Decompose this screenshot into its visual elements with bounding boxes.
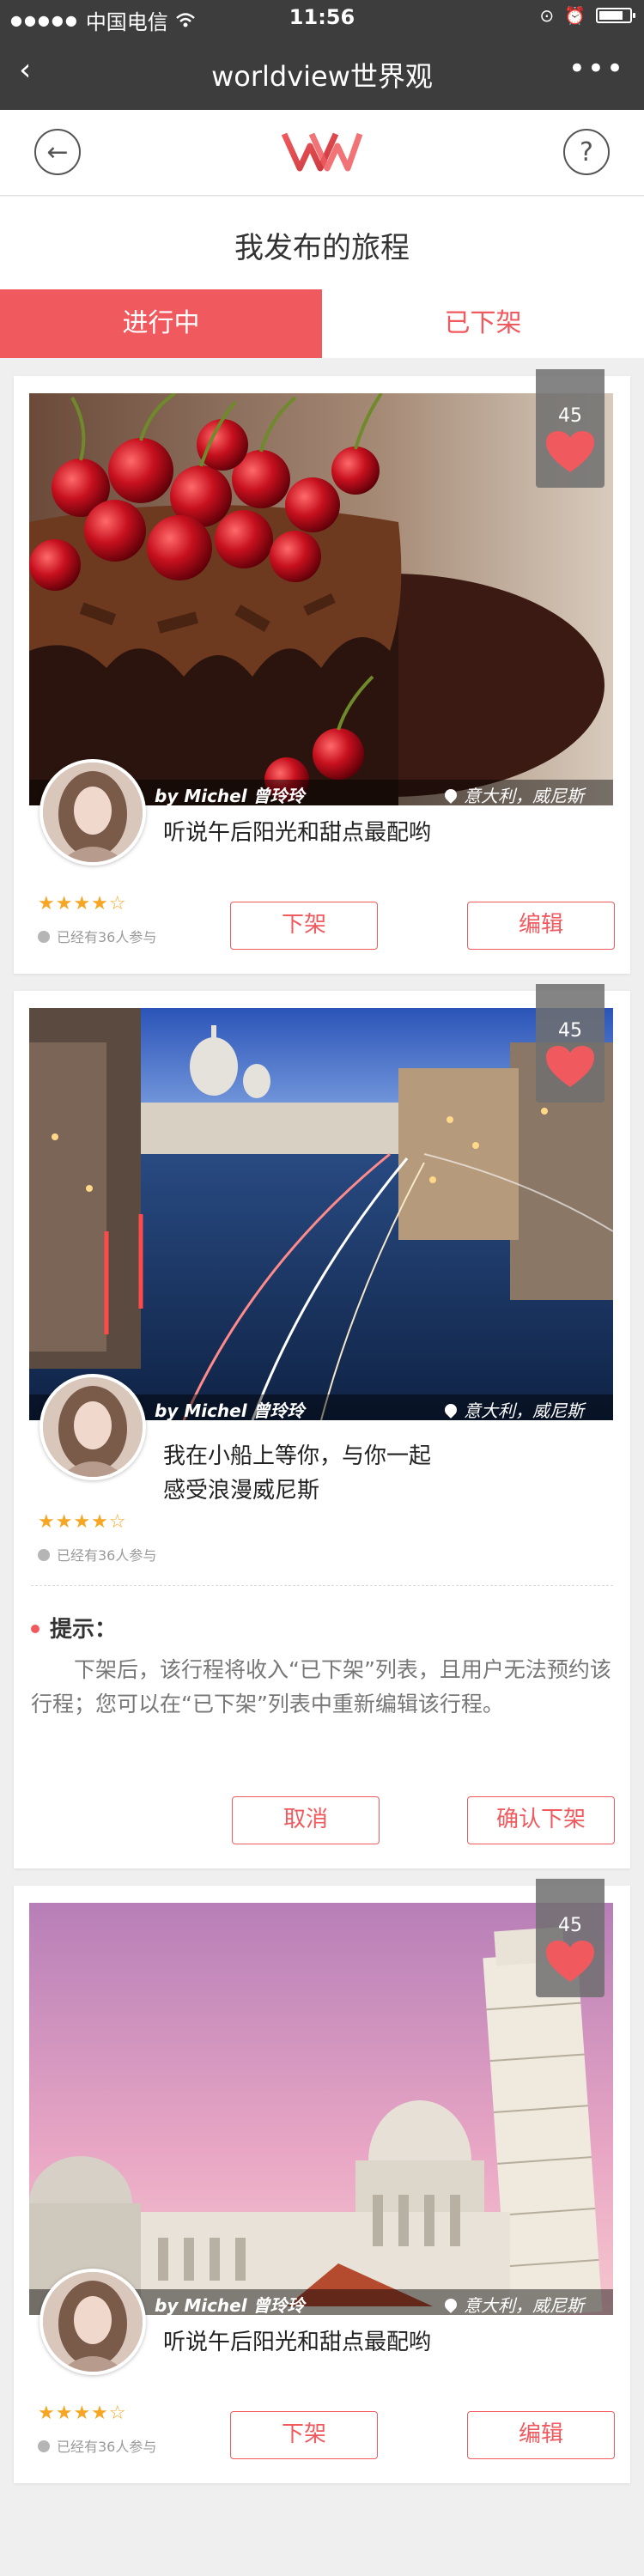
cancel-button[interactable]: 取消 [232, 1796, 380, 1844]
location-text: 意大利，威尼斯 [464, 2295, 584, 2315]
rotation-lock-icon: ⊙ [539, 5, 555, 26]
participants-text: 已经有36人参与 [57, 1547, 157, 1564]
heart-icon [546, 431, 594, 472]
person-icon [38, 931, 50, 943]
trip-photo: by Michel 曾玲玲 意大利，威尼斯 [29, 1903, 613, 2315]
rating-stars: ★★★★☆ [38, 1511, 127, 1533]
unpublish-button[interactable]: 下架 [230, 902, 378, 950]
tab-removed[interactable]: 已下架 [322, 289, 644, 358]
like-count: 45 [558, 1915, 582, 1936]
back-circle-button[interactable]: ← [34, 129, 81, 175]
heart-icon [546, 1941, 594, 1982]
app-header: ← ? [0, 110, 644, 196]
author-label: by Michel 曾玲玲 [155, 2295, 305, 2315]
person-icon [38, 2440, 50, 2452]
like-badge[interactable]: 45 [536, 369, 605, 488]
page-title: 我发布的旅程 [234, 231, 410, 265]
page-title-section: 我发布的旅程 [0, 197, 644, 289]
tab-in-progress[interactable]: 进行中 [0, 289, 322, 358]
pisa-tower-image [29, 1903, 613, 2315]
cherry-cake-image [29, 393, 613, 805]
confirm-unpublish-button[interactable]: 确认下架 [467, 1796, 615, 1844]
edit-button[interactable]: 编辑 [467, 902, 615, 950]
person-icon [38, 1549, 50, 1561]
like-count: 45 [558, 405, 582, 427]
tip-title-text: 提示： [50, 1617, 118, 1643]
location-pin-icon [442, 2296, 459, 2313]
worldview-logo-icon [281, 132, 363, 172]
description-line: 听说午后阳光和甜点最配哟 [163, 820, 432, 846]
trip-description: 我在小船上等你，与你一起 感受浪漫威尼斯 [163, 1439, 431, 1508]
participants-text: 已经有36人参与 [57, 929, 157, 945]
author-avatar[interactable] [39, 759, 146, 866]
heart-icon [546, 1046, 594, 1087]
location-label: 意大利，威尼斯 [442, 1397, 584, 1420]
location-label: 意大利，威尼斯 [442, 782, 584, 805]
description-line: 感受浪漫威尼斯 [163, 1478, 320, 1504]
location-text: 意大利，威尼斯 [464, 1400, 584, 1420]
unpublish-tip: 提示： 下架后，该行程将收入“已下架”列表，且用户无法预约该行程；您可以在“已下… [31, 1585, 613, 1765]
edit-button[interactable]: 编辑 [467, 2411, 615, 2459]
trip-card-3[interactable]: by Michel 曾玲玲 意大利，威尼斯 45 听说午后阳光和甜点最配哟 ★★… [14, 1879, 630, 2483]
rating-stars: ★★★★☆ [38, 893, 127, 914]
like-count: 45 [558, 1020, 582, 1042]
like-badge[interactable]: 45 [536, 984, 605, 1103]
battery-icon [596, 8, 635, 23]
nav-title: worldview世界观 [211, 60, 433, 93]
participants-label: 已经有36人参与 [38, 1544, 156, 1564]
trip-card-2[interactable]: by Michel 曾玲玲 意大利，威尼斯 45 我在小船上等你，与你一起 感受… [14, 984, 630, 1868]
location-text: 意大利，威尼斯 [464, 786, 584, 805]
like-badge[interactable]: 45 [536, 1879, 605, 1997]
description-line: 听说午后阳光和甜点最配哟 [163, 2330, 432, 2355]
trip-description: 听说午后阳光和甜点最配哟 [163, 2325, 431, 2360]
more-options-button[interactable]: ••• [568, 52, 625, 86]
rating-stars: ★★★★☆ [38, 2403, 127, 2424]
author-label: by Michel 曾玲玲 [155, 786, 305, 805]
tip-text: 下架后，该行程将收入“已下架”列表，且用户无法预约该行程；您可以在“已下架”列表… [31, 1657, 611, 1716]
avatar-image [43, 2272, 143, 2372]
alarm-icon: ⏰ [564, 5, 586, 26]
help-icon: ? [580, 137, 593, 167]
trip-description: 听说午后阳光和甜点最配哟 [163, 816, 431, 850]
location-label: 意大利，威尼斯 [442, 2292, 584, 2315]
participants-text: 已经有36人参与 [57, 2439, 157, 2455]
avatar-image [43, 1377, 143, 1477]
participants-label: 已经有36人参与 [38, 2435, 156, 2456]
trip-photo: by Michel 曾玲玲 意大利，威尼斯 [29, 1008, 613, 1420]
tab-bar: 进行中 已下架 [0, 289, 644, 358]
back-arrow-icon: ← [46, 137, 69, 167]
trip-photo: by Michel 曾玲玲 意大利，威尼斯 [29, 393, 613, 805]
author-avatar[interactable] [39, 2269, 146, 2375]
status-right: ⊙ ⏰ [539, 5, 635, 26]
unpublish-button[interactable]: 下架 [230, 2411, 378, 2459]
tip-bullet-icon [31, 1625, 39, 1633]
tip-title: 提示： [31, 1612, 117, 1643]
help-circle-button[interactable]: ? [563, 129, 610, 175]
author-label: by Michel 曾玲玲 [155, 1400, 305, 1420]
nav-bar: ‹ worldview世界观 ••• [0, 34, 644, 110]
trip-card-1[interactable]: by Michel 曾玲玲 意大利，威尼斯 45 听说午后阳光和甜点最配哟 ★★… [14, 369, 630, 974]
avatar-image [43, 762, 143, 862]
description-line: 我在小船上等你，与你一起 [163, 1443, 432, 1469]
location-pin-icon [442, 787, 459, 804]
status-bar: ●●●●● 中国电信 11:56 ⊙ ⏰ [0, 0, 644, 34]
venice-canal-image [29, 1008, 613, 1420]
location-pin-icon [442, 1401, 459, 1419]
author-avatar[interactable] [39, 1374, 146, 1480]
participants-label: 已经有36人参与 [38, 926, 156, 946]
